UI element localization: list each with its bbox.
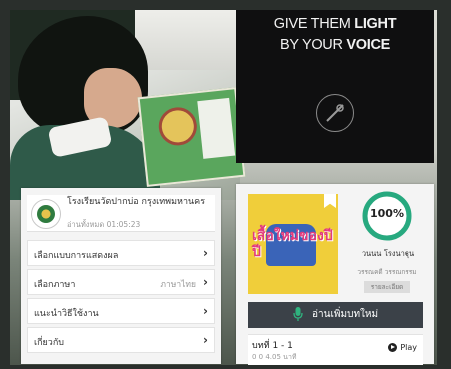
- school-name: โรงเรียนวัดปากบ่อ กรุงเทพมหานคร: [67, 197, 206, 207]
- selected-language: ภาษาไทย: [160, 280, 196, 290]
- microphone-icon: [293, 307, 303, 321]
- settings-card: โรงเรียนวัดปากบ่อ กรุงเทพมหานคร อ่านทั้ง…: [21, 188, 221, 364]
- promo-banner: GIVE THEM LIGHT BY YOUR VOICE: [236, 10, 434, 163]
- menu-item-how-to-use[interactable]: แนะนำวิธีใช้งาน ›: [27, 298, 215, 324]
- menu-item-label: แนะนำวิธีใช้งาน: [34, 309, 99, 319]
- reader-name: วนนน โรงนาฐุน: [361, 249, 415, 258]
- book-cover[interactable]: เสื้อใหม่ของปีปี: [248, 194, 338, 294]
- chevron-right-icon: ›: [203, 275, 208, 289]
- school-logo-icon: [31, 199, 61, 229]
- book-card: เสื้อใหม่ของปีปี 100% วนนน โรงนาฐุน วรรณ…: [236, 184, 434, 365]
- read-new-chapter-button[interactable]: อ่านเพิ่มบทใหม่: [248, 302, 423, 328]
- menu-item-about[interactable]: เกี่ยวกับ ›: [27, 327, 215, 353]
- menu-item-label: เลือกแบบการแสดงผล: [34, 251, 119, 261]
- chevron-right-icon: ›: [203, 304, 208, 318]
- book-page: [197, 97, 236, 159]
- classroom-desk-photo: [10, 10, 246, 200]
- read-new-chapter-label: อ่านเพิ่มบทใหม่: [312, 309, 379, 320]
- play-button[interactable]: Play: [388, 343, 417, 352]
- menu-item-language[interactable]: เลือกภาษา ภาษาไทย ›: [27, 269, 215, 295]
- school-header[interactable]: โรงเรียนวัดปากบ่อ กรุงเทพมหานคร อ่านทั้ง…: [27, 195, 215, 232]
- details-button[interactable]: รายละเอียด: [364, 281, 410, 293]
- chapter-title: บทที่ 1 - 1: [252, 341, 293, 351]
- bookmark-icon[interactable]: [324, 194, 336, 208]
- promo-line-2: BY YOUR VOICE: [280, 37, 390, 53]
- chevron-right-icon: ›: [203, 333, 208, 347]
- chapter-row[interactable]: บทที่ 1 - 1 0 0 4.05 นาที Play: [248, 334, 423, 365]
- menu-item-label: เกี่ยวกับ: [34, 338, 65, 348]
- held-book: [137, 87, 246, 187]
- menu-item-display-mode[interactable]: เลือกแบบการแสดงผล ›: [27, 240, 215, 266]
- book-category: วรรณคดี วรรณกรรม: [357, 268, 417, 276]
- menu-item-label: เลือกภาษา: [34, 280, 76, 290]
- cover-title: เสื้อใหม่ของปีปี: [252, 228, 333, 260]
- chevron-right-icon: ›: [203, 246, 208, 260]
- promo-line-1: GIVE THEM LIGHT: [273, 16, 397, 32]
- chapter-stats: 0 0 4.05 นาที: [252, 353, 297, 361]
- total-read-time: อ่านทั้งหมด 01:05:23: [67, 220, 141, 229]
- play-icon: [388, 343, 398, 352]
- microphone-icon: [316, 94, 354, 132]
- play-label: Play: [400, 343, 417, 352]
- book-emblem-icon: [156, 105, 199, 148]
- progress-percent: 100%: [370, 207, 404, 220]
